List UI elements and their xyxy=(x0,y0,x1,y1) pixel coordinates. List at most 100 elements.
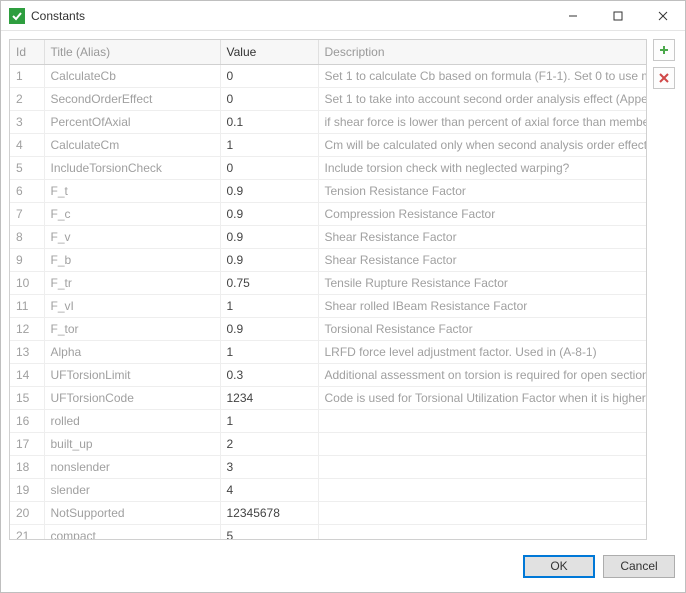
cell-title[interactable]: NotSupported xyxy=(44,502,220,525)
table-row[interactable]: 5IncludeTorsionCheck0Include torsion che… xyxy=(10,157,646,180)
cell-id[interactable]: 3 xyxy=(10,111,44,134)
cell-id[interactable]: 20 xyxy=(10,502,44,525)
table-row[interactable]: 18nonslender3 xyxy=(10,456,646,479)
table-row[interactable]: 14UFTorsionLimit0.3Additional assessment… xyxy=(10,364,646,387)
cell-description[interactable]: Shear Resistance Factor xyxy=(318,226,646,249)
cell-description[interactable] xyxy=(318,502,646,525)
column-header-title[interactable]: Title (Alias) xyxy=(44,40,220,65)
column-header-id[interactable]: Id xyxy=(10,40,44,65)
cell-id[interactable]: 11 xyxy=(10,295,44,318)
delete-row-button[interactable] xyxy=(653,67,675,89)
cell-title[interactable]: built_up xyxy=(44,433,220,456)
table-row[interactable]: 9F_b0.9Shear Resistance Factor xyxy=(10,249,646,272)
add-row-button[interactable] xyxy=(653,39,675,61)
cell-value[interactable]: 5 xyxy=(220,525,318,541)
column-header-value[interactable]: Value xyxy=(220,40,318,65)
cell-description[interactable] xyxy=(318,410,646,433)
cell-title[interactable]: F_vI xyxy=(44,295,220,318)
table-row[interactable]: 2SecondOrderEffect0Set 1 to take into ac… xyxy=(10,88,646,111)
cell-id[interactable]: 8 xyxy=(10,226,44,249)
cell-description[interactable]: Set 1 to take into account second order … xyxy=(318,88,646,111)
cell-id[interactable]: 6 xyxy=(10,180,44,203)
table-row[interactable]: 12F_tor0.9Torsional Resistance Factor xyxy=(10,318,646,341)
cell-description[interactable]: Shear Resistance Factor xyxy=(318,249,646,272)
cell-value[interactable]: 0.9 xyxy=(220,249,318,272)
cell-title[interactable]: PercentOfAxial xyxy=(44,111,220,134)
table-row[interactable]: 1CalculateCb0Set 1 to calculate Cb based… xyxy=(10,65,646,88)
cell-title[interactable]: F_c xyxy=(44,203,220,226)
cell-description[interactable]: Code is used for Torsional Utilization F… xyxy=(318,387,646,410)
cell-title[interactable]: nonslender xyxy=(44,456,220,479)
table-row[interactable]: 15UFTorsionCode1234Code is used for Tors… xyxy=(10,387,646,410)
cell-description[interactable]: Set 1 to calculate Cb based on formula (… xyxy=(318,65,646,88)
table-row[interactable]: 20NotSupported12345678 xyxy=(10,502,646,525)
cell-title[interactable]: compact xyxy=(44,525,220,541)
cell-value[interactable]: 1 xyxy=(220,295,318,318)
cell-value[interactable]: 0.9 xyxy=(220,203,318,226)
cell-value[interactable]: 2 xyxy=(220,433,318,456)
cell-value[interactable]: 1234 xyxy=(220,387,318,410)
cell-description[interactable]: Additional assessment on torsion is requ… xyxy=(318,364,646,387)
cell-value[interactable]: 0.1 xyxy=(220,111,318,134)
cell-id[interactable]: 19 xyxy=(10,479,44,502)
cell-value[interactable]: 0 xyxy=(220,65,318,88)
minimize-button[interactable] xyxy=(550,1,595,30)
table-row[interactable]: 19slender4 xyxy=(10,479,646,502)
cell-title[interactable]: rolled xyxy=(44,410,220,433)
cell-value[interactable]: 1 xyxy=(220,410,318,433)
cell-id[interactable]: 21 xyxy=(10,525,44,541)
table-row[interactable]: 3PercentOfAxial0.1if shear force is lowe… xyxy=(10,111,646,134)
maximize-button[interactable] xyxy=(595,1,640,30)
cell-id[interactable]: 13 xyxy=(10,341,44,364)
cell-value[interactable]: 0.9 xyxy=(220,318,318,341)
cell-value[interactable]: 0.3 xyxy=(220,364,318,387)
cell-title[interactable]: IncludeTorsionCheck xyxy=(44,157,220,180)
table-row[interactable]: 11F_vI1Shear rolled IBeam Resistance Fac… xyxy=(10,295,646,318)
cell-description[interactable] xyxy=(318,479,646,502)
cell-title[interactable]: UFTorsionCode xyxy=(44,387,220,410)
cell-description[interactable]: Cm will be calculated only when second a… xyxy=(318,134,646,157)
cell-id[interactable]: 10 xyxy=(10,272,44,295)
table-row[interactable]: 21compact5 xyxy=(10,525,646,541)
cell-value[interactable]: 0.9 xyxy=(220,180,318,203)
cancel-button[interactable]: Cancel xyxy=(603,555,675,578)
cell-description[interactable] xyxy=(318,456,646,479)
cell-description[interactable]: Torsional Resistance Factor xyxy=(318,318,646,341)
table-row[interactable]: 16rolled1 xyxy=(10,410,646,433)
table-row[interactable]: 13Alpha1LRFD force level adjustment fact… xyxy=(10,341,646,364)
table-row[interactable]: 17built_up2 xyxy=(10,433,646,456)
cell-id[interactable]: 1 xyxy=(10,65,44,88)
cell-title[interactable]: UFTorsionLimit xyxy=(44,364,220,387)
cell-title[interactable]: Alpha xyxy=(44,341,220,364)
cell-id[interactable]: 7 xyxy=(10,203,44,226)
table-row[interactable]: 4CalculateCm1Cm will be calculated only … xyxy=(10,134,646,157)
cell-id[interactable]: 17 xyxy=(10,433,44,456)
cell-title[interactable]: F_t xyxy=(44,180,220,203)
table-row[interactable]: 8F_v0.9Shear Resistance Factor xyxy=(10,226,646,249)
cell-value[interactable]: 1 xyxy=(220,341,318,364)
cell-description[interactable] xyxy=(318,433,646,456)
cell-value[interactable]: 0.75 xyxy=(220,272,318,295)
cell-description[interactable]: Shear rolled IBeam Resistance Factor xyxy=(318,295,646,318)
cell-value[interactable]: 0 xyxy=(220,157,318,180)
close-button[interactable] xyxy=(640,1,685,30)
cell-value[interactable]: 4 xyxy=(220,479,318,502)
cell-value[interactable]: 1 xyxy=(220,134,318,157)
table-row[interactable]: 10F_tr0.75Tensile Rupture Resistance Fac… xyxy=(10,272,646,295)
cell-id[interactable]: 4 xyxy=(10,134,44,157)
cell-value[interactable]: 0.9 xyxy=(220,226,318,249)
table-row[interactable]: 7F_c0.9Compression Resistance Factor xyxy=(10,203,646,226)
cell-title[interactable]: F_tr xyxy=(44,272,220,295)
cell-value[interactable]: 0 xyxy=(220,88,318,111)
cell-value[interactable]: 12345678 xyxy=(220,502,318,525)
ok-button[interactable]: OK xyxy=(523,555,595,578)
cell-title[interactable]: F_v xyxy=(44,226,220,249)
cell-id[interactable]: 5 xyxy=(10,157,44,180)
cell-title[interactable]: SecondOrderEffect xyxy=(44,88,220,111)
cell-value[interactable]: 3 xyxy=(220,456,318,479)
table-row[interactable]: 6F_t0.9Tension Resistance Factor xyxy=(10,180,646,203)
constants-table[interactable]: Id Title (Alias) Value Description 1Calc… xyxy=(10,40,646,540)
cell-id[interactable]: 9 xyxy=(10,249,44,272)
cell-id[interactable]: 12 xyxy=(10,318,44,341)
cell-description[interactable]: Tension Resistance Factor xyxy=(318,180,646,203)
